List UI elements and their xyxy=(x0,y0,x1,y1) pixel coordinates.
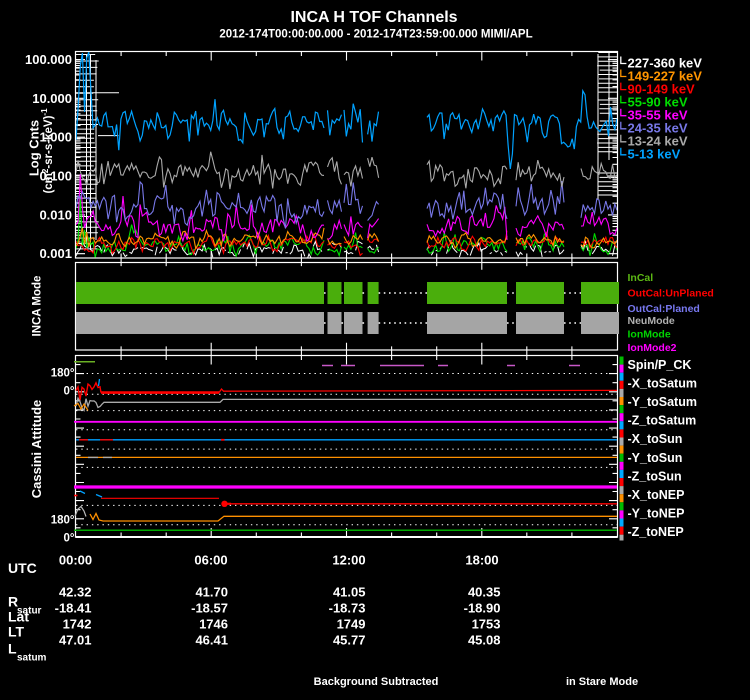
svg-text:47.01: 47.01 xyxy=(59,632,92,647)
svg-text:-18.73: -18.73 xyxy=(329,600,366,615)
svg-text:0.010: 0.010 xyxy=(39,207,72,222)
svg-text:1746: 1746 xyxy=(199,616,228,631)
svg-text:5-13 keV: 5-13 keV xyxy=(628,147,681,162)
svg-text:180°: 180° xyxy=(51,515,75,527)
svg-text:1753: 1753 xyxy=(472,616,501,631)
svg-text:L: L xyxy=(8,641,17,657)
svg-text:in Stare Mode: in Stare Mode xyxy=(566,676,638,688)
svg-text:100.000: 100.000 xyxy=(25,52,72,67)
svg-text:LT: LT xyxy=(8,624,25,640)
svg-text:10.000: 10.000 xyxy=(32,91,72,106)
svg-text:-18.41: -18.41 xyxy=(55,600,92,615)
svg-text:00:00: 00:00 xyxy=(59,553,92,568)
svg-text:NeuMode: NeuMode xyxy=(628,315,675,327)
svg-text:UTC: UTC xyxy=(8,560,37,576)
svg-text:180°: 180° xyxy=(51,368,75,380)
svg-text:OutCal:Planed: OutCal:Planed xyxy=(628,303,700,315)
svg-text:1742: 1742 xyxy=(63,616,92,631)
svg-text:(cm2-sr-s-keV)-1: (cm2-sr-s-keV)-1 xyxy=(40,108,55,194)
svg-text:45.08: 45.08 xyxy=(468,632,501,647)
svg-text:0°: 0° xyxy=(64,386,75,398)
svg-text:OutCal:UnPlaned: OutCal:UnPlaned xyxy=(628,288,714,300)
svg-text:-X_toSatum: -X_toSatum xyxy=(628,377,697,391)
svg-text:Cassini Attitude: Cassini Attitude xyxy=(29,400,44,498)
svg-text:0.001: 0.001 xyxy=(39,246,72,261)
svg-text:-Z_toNEP: -Z_toNEP xyxy=(628,525,684,539)
svg-text:Background Subtracted: Background Subtracted xyxy=(314,676,439,688)
svg-text:1749: 1749 xyxy=(337,616,366,631)
svg-text:42.32: 42.32 xyxy=(59,584,92,599)
svg-text:-18.90: -18.90 xyxy=(464,600,501,615)
svg-text:0°: 0° xyxy=(64,533,75,545)
svg-text:-18.57: -18.57 xyxy=(191,600,228,615)
svg-text:Lat: Lat xyxy=(8,609,29,625)
svg-text:-Z_toSun: -Z_toSun xyxy=(628,469,682,483)
svg-text:2012-174T00:00:00.000 - 2012-1: 2012-174T00:00:00.000 - 2012-174T23:59:0… xyxy=(219,29,532,41)
svg-text:IonMode2: IonMode2 xyxy=(628,342,677,354)
svg-text:45.77: 45.77 xyxy=(333,632,366,647)
svg-text:12:00: 12:00 xyxy=(332,553,365,568)
svg-text:-X_toNEP: -X_toNEP xyxy=(628,488,685,502)
svg-text:-Y_toSatum: -Y_toSatum xyxy=(628,395,697,409)
svg-text:IonMode: IonMode xyxy=(628,329,671,341)
svg-text:Log Cnts: Log Cnts xyxy=(27,120,42,176)
svg-text:-Z_toSatum: -Z_toSatum xyxy=(628,414,697,428)
svg-text:06:00: 06:00 xyxy=(194,553,227,568)
svg-text:40.35: 40.35 xyxy=(468,584,501,599)
svg-text:41.70: 41.70 xyxy=(195,584,228,599)
svg-text:Spin/P_CK: Spin/P_CK xyxy=(628,358,692,372)
svg-text:46.41: 46.41 xyxy=(195,632,228,647)
svg-text:18:00: 18:00 xyxy=(465,553,498,568)
svg-text:satum: satum xyxy=(17,653,47,664)
svg-text:INCA H TOF Channels: INCA H TOF Channels xyxy=(290,9,457,26)
svg-text:InCal: InCal xyxy=(628,272,654,284)
svg-text:41.05: 41.05 xyxy=(333,584,366,599)
svg-text:-X_toSun: -X_toSun xyxy=(628,432,683,446)
svg-text:-Y_toSun: -Y_toSun xyxy=(628,451,683,465)
svg-text:INCA Mode: INCA Mode xyxy=(32,276,44,337)
svg-text:-Y_toNEP: -Y_toNEP xyxy=(628,506,685,520)
